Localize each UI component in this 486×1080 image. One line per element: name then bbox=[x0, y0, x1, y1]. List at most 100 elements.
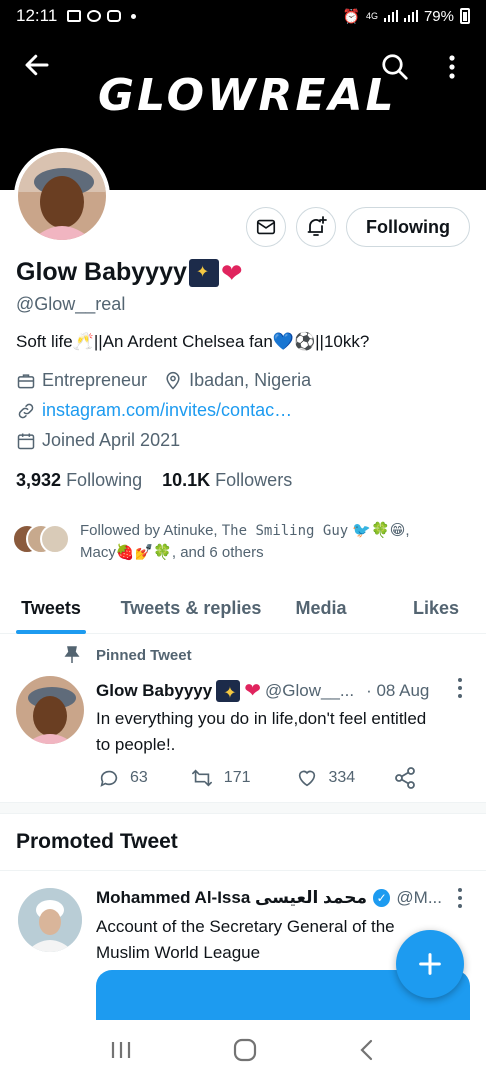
profile-handle: @Glow__real bbox=[16, 294, 126, 314]
joined-row: Joined April 2021 bbox=[16, 430, 180, 451]
message-button[interactable] bbox=[246, 207, 286, 247]
retweet-count: 171 bbox=[223, 769, 251, 786]
signal-icon-2 bbox=[403, 10, 418, 22]
pinned-label-text: Pinned Tweet bbox=[96, 646, 192, 664]
like-button[interactable]: 334 bbox=[295, 767, 356, 789]
calendar-icon bbox=[17, 433, 35, 449]
share-icon[interactable] bbox=[393, 766, 417, 790]
recent-apps-icon[interactable] bbox=[109, 1039, 133, 1061]
profile-tabs: Tweets Tweets & replies Media Likes bbox=[0, 584, 486, 634]
joined-text: Joined April 2021 bbox=[42, 430, 181, 450]
followed-by-prefix: Followed by Atinuke, bbox=[80, 522, 222, 539]
tweet-date: · 08 Aug bbox=[366, 681, 430, 700]
followers-count: 10.1K bbox=[162, 470, 211, 490]
occupation-text: Entrepreneur bbox=[42, 370, 148, 390]
location-text: Ibadan, Nigeria bbox=[189, 370, 312, 390]
followers-label: Followers bbox=[215, 470, 293, 490]
promoted-avatar-image bbox=[18, 888, 82, 952]
tweet-author-name[interactable]: Glow Babyyyy bbox=[96, 681, 212, 701]
following-count: 3,932 bbox=[16, 470, 62, 490]
status-bar: 12:11 ⏰ 4G 79% bbox=[0, 0, 486, 32]
divider bbox=[0, 870, 486, 871]
tweet-avatar-image bbox=[16, 676, 84, 744]
tweet-actions: 63 171 334 bbox=[98, 766, 417, 790]
home-icon[interactable] bbox=[232, 1037, 258, 1063]
avatar-image bbox=[18, 152, 106, 240]
status-time: 12:11 bbox=[16, 6, 58, 25]
plus-icon bbox=[419, 953, 441, 975]
promoted-section-title: Promoted Tweet bbox=[16, 830, 178, 853]
mini-avatar bbox=[40, 524, 70, 554]
tweet-author-handle: @Glow__... bbox=[264, 681, 355, 700]
retweet-button[interactable]: 171 bbox=[190, 767, 251, 789]
heart-emoji-icon: ❤ bbox=[244, 680, 261, 702]
search-icon[interactable] bbox=[380, 52, 410, 82]
heart-emoji-icon: ❤ bbox=[220, 257, 243, 288]
profile-avatar[interactable] bbox=[14, 148, 110, 244]
link-row: instagram.com/invites/contac… bbox=[16, 400, 292, 421]
notification-icons bbox=[67, 10, 137, 22]
pinned-label: Pinned Tweet bbox=[64, 646, 192, 664]
promoted-author-name[interactable]: Mohammed Al-Issa محمد العيسى bbox=[96, 888, 367, 908]
tweet-header: Glow Babyyyy ❤ @Glow__... · 08 Aug bbox=[96, 680, 442, 702]
alarm-icon: ⏰ bbox=[342, 7, 360, 24]
promoted-header: Mohammed Al-Issa محمد العيسى ✓ @M... bbox=[96, 888, 442, 908]
compose-tweet-button[interactable] bbox=[396, 930, 464, 998]
like-count: 334 bbox=[328, 769, 356, 786]
section-separator bbox=[0, 802, 486, 814]
status-right: ⏰ 4G 79% bbox=[343, 8, 470, 25]
profile-name-text: Glow Babyyyy bbox=[16, 258, 187, 286]
back-arrow-icon[interactable] bbox=[22, 50, 52, 80]
fireworks-emoji-icon bbox=[188, 258, 219, 287]
promoted-avatar[interactable] bbox=[18, 888, 82, 952]
link-icon bbox=[18, 403, 34, 418]
tweet-avatar[interactable] bbox=[16, 676, 84, 744]
website-link[interactable]: instagram.com/invites/contac… bbox=[42, 400, 292, 421]
banner-brand-text: GLOWREAL bbox=[98, 70, 397, 121]
heart-icon bbox=[298, 770, 315, 787]
network-type: 4G bbox=[365, 11, 378, 21]
tab-tweets-replies[interactable]: Tweets & replies bbox=[118, 584, 264, 633]
battery-percent: 79% bbox=[423, 7, 454, 25]
profile-name: Glow Babyyyy ❤ bbox=[16, 258, 243, 287]
whatsapp-icon bbox=[87, 10, 102, 22]
system-navigation-bar bbox=[0, 1020, 486, 1080]
tweet-more-icon[interactable] bbox=[457, 678, 463, 698]
tab-media[interactable]: Media bbox=[286, 584, 356, 633]
following-label: Following bbox=[66, 470, 143, 490]
follower-avatars bbox=[12, 524, 72, 556]
instagram-icon bbox=[107, 10, 122, 22]
more-notifications-icon bbox=[131, 13, 137, 19]
briefcase-icon bbox=[17, 373, 35, 388]
tab-tweets[interactable]: Tweets bbox=[16, 584, 86, 634]
follow-counts: 3,932 Following 10.1K Followers bbox=[16, 470, 292, 491]
following-count-link[interactable]: 3,932 Following bbox=[16, 470, 142, 491]
reply-count: 63 bbox=[130, 769, 148, 786]
notify-button[interactable] bbox=[296, 207, 336, 247]
reply-icon bbox=[100, 770, 118, 787]
followed-by[interactable]: Followed by Atinuke, The Smiling Guy 🐦🍀😁… bbox=[12, 520, 440, 564]
tab-likes[interactable]: Likes bbox=[406, 584, 466, 633]
followers-count-link[interactable]: 10.1K Followers bbox=[162, 470, 292, 491]
promoted-text: Account of the Secretary General of the … bbox=[96, 917, 395, 962]
followed-by-text: Followed by Atinuke, The Smiling Guy 🐦🍀😁… bbox=[80, 520, 440, 564]
bell-plus-icon bbox=[307, 216, 327, 236]
followed-by-name-mono: The Smiling Guy bbox=[221, 523, 349, 539]
location-pin-icon bbox=[166, 371, 180, 390]
occupation-row: Entrepreneur Ibadan, Nigeria bbox=[16, 370, 311, 391]
promoted-more-icon[interactable] bbox=[457, 888, 463, 908]
reply-button[interactable]: 63 bbox=[98, 767, 148, 789]
signal-icon bbox=[383, 10, 398, 22]
pin-icon bbox=[64, 646, 80, 663]
tweet-text: In everything you do in life,don't feel … bbox=[96, 709, 427, 754]
more-options-icon[interactable] bbox=[440, 52, 464, 82]
fireworks-emoji-icon bbox=[216, 680, 241, 702]
retweet-icon bbox=[191, 769, 212, 787]
promoted-author-handle: @M... bbox=[396, 888, 442, 907]
verified-badge-icon: ✓ bbox=[373, 889, 391, 907]
battery-icon bbox=[460, 8, 470, 24]
following-button[interactable]: Following bbox=[346, 207, 470, 247]
back-nav-icon[interactable] bbox=[357, 1038, 377, 1062]
profile-bio: Soft life🥂||An Ardent Chelsea fan💙⚽||10k… bbox=[16, 332, 370, 351]
envelope-icon bbox=[256, 219, 276, 235]
